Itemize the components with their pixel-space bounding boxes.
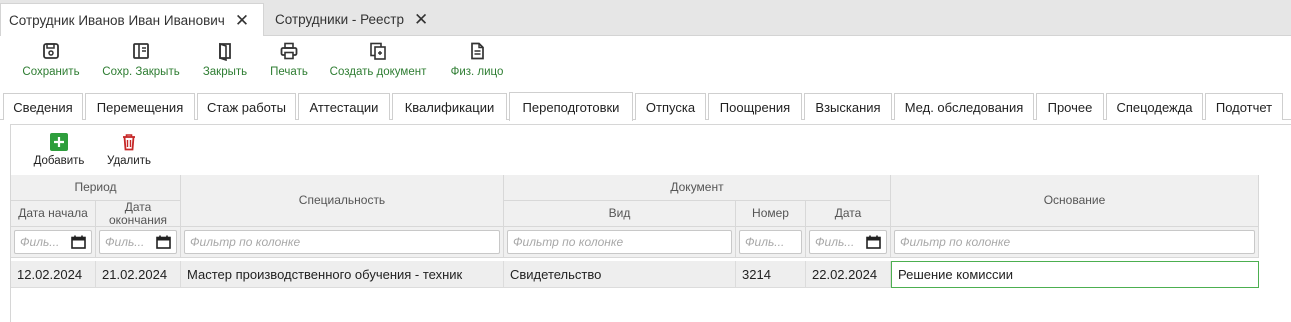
specialty-column-header[interactable]: Специальность — [181, 175, 504, 227]
tab-medical[interactable]: Мед. обследования — [894, 93, 1034, 120]
filter-cell: Филь... — [11, 227, 96, 258]
date-filter-input[interactable]: Филь... — [809, 230, 887, 254]
start-date-column-header[interactable]: Дата начала — [11, 201, 96, 227]
period-group-header: Период — [11, 175, 181, 201]
file-text-icon — [471, 42, 484, 60]
create-document-button[interactable]: Создать документ — [327, 41, 429, 78]
save-close-button[interactable]: Сохр. Закрыть — [100, 41, 182, 78]
tab-penalties[interactable]: Взыскания — [804, 93, 892, 120]
save-close-label: Сохр. Закрыть — [102, 66, 180, 78]
number-cell[interactable]: 3214 — [736, 261, 806, 288]
add-label: Добавить — [33, 155, 85, 167]
filter-cell: Фильтр по колонке — [504, 227, 736, 258]
print-label: Печать — [270, 66, 308, 78]
filter-cell: Фильтр по колонке — [181, 227, 504, 258]
tab-workwear[interactable]: Спецодежда — [1106, 93, 1203, 120]
filter-cell: Фильтр по колонке — [891, 227, 1259, 258]
document-tabs-bar: Сотрудник Иванов Иван Иванович ✕ Сотрудн… — [0, 0, 1291, 36]
calendar-icon[interactable] — [866, 235, 881, 249]
save-label: Сохранить — [22, 66, 80, 78]
tab-other[interactable]: Прочее — [1036, 93, 1104, 120]
tab-attestations[interactable]: Аттестации — [298, 93, 390, 120]
filter-placeholder: Филь... — [815, 235, 855, 249]
plus-icon — [50, 133, 68, 151]
filter-placeholder: Филь... — [745, 235, 785, 249]
end-date-filter-input[interactable]: Филь... — [99, 230, 177, 254]
tab-qualifications[interactable]: Квалификации — [392, 93, 507, 120]
tab-transfers[interactable]: Перемещения — [85, 93, 195, 120]
close-icon[interactable]: ✕ — [235, 12, 249, 29]
delete-button[interactable]: Удалить — [103, 133, 155, 167]
close-icon[interactable]: ✕ — [414, 11, 428, 28]
delete-label: Удалить — [107, 155, 151, 167]
section-tabs-bar: Сведения Перемещения Стаж работы Аттеста… — [0, 92, 1291, 121]
add-button[interactable]: Добавить — [29, 133, 89, 167]
tab-retraining[interactable]: Переподготовки — [509, 92, 633, 121]
tab-work-experience[interactable]: Стаж работы — [197, 93, 296, 120]
retraining-panel: Добавить Удалить Период Специальность До… — [10, 124, 1291, 322]
doc-tab-employee[interactable]: Сотрудник Иванов Иван Иванович ✕ — [0, 3, 264, 36]
tab-info[interactable]: Сведения — [3, 93, 83, 120]
door-icon — [219, 42, 231, 61]
toolbar: Сохранить Сохр. Закрыть Закрыть Печать С… — [0, 37, 1291, 89]
kind-column-header[interactable]: Вид — [504, 201, 736, 227]
doc-tab-label: Сотрудник Иванов Иван Иванович — [9, 12, 225, 28]
start-date-filter-input[interactable]: Филь... — [14, 230, 92, 254]
close-button[interactable]: Закрыть — [199, 41, 251, 78]
create-document-label: Создать документ — [329, 66, 427, 78]
filter-cell: Филь... — [806, 227, 891, 258]
filter-placeholder: Фильтр по колонке — [900, 235, 1011, 249]
person-button[interactable]: Физ. лицо — [447, 41, 507, 78]
filter-placeholder: Филь... — [20, 235, 60, 249]
specialty-cell[interactable]: Мастер производственного обучения - техн… — [181, 261, 504, 288]
document-group-header: Документ — [504, 175, 891, 201]
end-date-column-header[interactable]: Дата окончания — [96, 201, 181, 227]
basis-cell[interactable]: Решение комиссии — [891, 261, 1259, 288]
save-close-icon — [133, 43, 149, 59]
filter-cell: Филь... — [96, 227, 181, 258]
close-label: Закрыть — [202, 66, 248, 78]
start-date-cell[interactable]: 12.02.2024 — [11, 261, 96, 288]
filter-cell: Филь... — [736, 227, 806, 258]
printer-icon — [280, 42, 298, 60]
kind-cell[interactable]: Свидетельство — [504, 261, 736, 288]
doc-tab-label: Сотрудники - Реестр — [275, 12, 404, 27]
filter-placeholder: Фильтр по колонке — [190, 235, 301, 249]
specialty-filter-input[interactable]: Фильтр по колонке — [184, 230, 500, 254]
number-column-header[interactable]: Номер — [736, 201, 806, 227]
date-cell[interactable]: 22.02.2024 — [806, 261, 891, 288]
kind-filter-input[interactable]: Фильтр по колонке — [507, 230, 732, 254]
basis-filter-input[interactable]: Фильтр по колонке — [894, 230, 1255, 254]
save-button[interactable]: Сохранить — [20, 41, 82, 78]
tab-vacations[interactable]: Отпуска — [635, 93, 706, 120]
number-filter-input[interactable]: Филь... — [739, 230, 802, 254]
doc-tab-registry[interactable]: Сотрудники - Реестр ✕ — [267, 3, 437, 36]
person-label: Физ. лицо — [450, 66, 504, 78]
save-icon — [43, 43, 59, 59]
tab-accountable[interactable]: Подотчет — [1205, 93, 1283, 120]
tab-rewards[interactable]: Поощрения — [708, 93, 802, 120]
filter-placeholder: Фильтр по колонке — [513, 235, 624, 249]
print-button[interactable]: Печать — [266, 41, 312, 78]
calendar-icon[interactable] — [71, 235, 86, 249]
copy-document-icon — [370, 42, 386, 60]
filter-placeholder: Филь... — [105, 235, 145, 249]
trash-icon — [123, 134, 135, 151]
end-date-cell[interactable]: 21.02.2024 — [96, 261, 181, 288]
date-column-header[interactable]: Дата — [806, 201, 891, 227]
calendar-icon[interactable] — [156, 235, 171, 249]
basis-column-header[interactable]: Основание — [891, 175, 1259, 227]
